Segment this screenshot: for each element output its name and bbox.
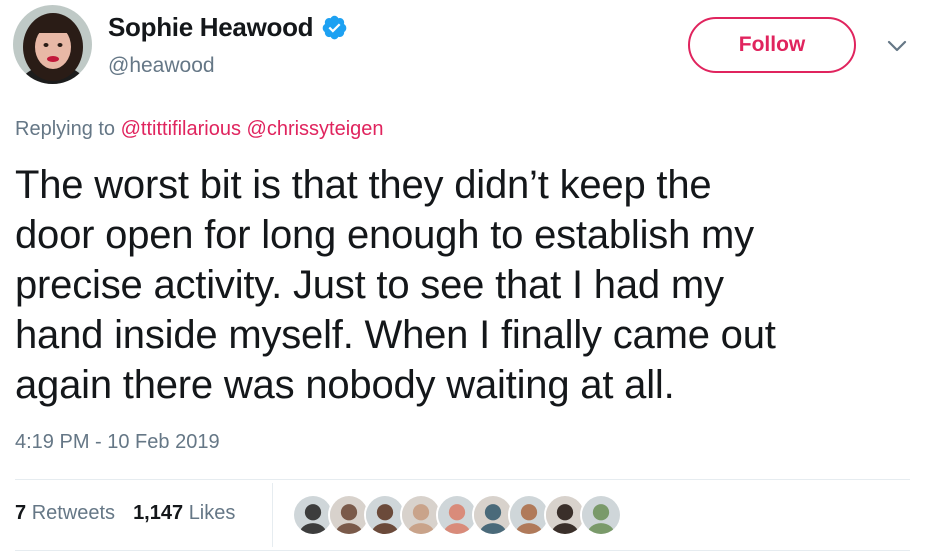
author-display-name[interactable]: Sophie Heawood (108, 12, 314, 43)
tweet-text-line: door open for long enough to establish m… (15, 213, 754, 257)
retweets-count: 7 (15, 502, 27, 524)
mention-link[interactable]: @ttittifilarious (121, 118, 241, 140)
likes-count: 1,147 (133, 502, 184, 524)
user-avatar-icon (13, 5, 92, 84)
tweet-stats: 7 Retweets 1,147 Likes (15, 502, 235, 525)
divider (15, 479, 910, 480)
chevron-down-icon[interactable] (886, 38, 908, 54)
tweet-text-line: hand inside myself. When I finally came … (15, 313, 776, 357)
likes-label: Likes (188, 502, 236, 524)
tweet-text: The worst bit is that they didn’t keep t… (15, 160, 915, 410)
replying-to-label: Replying to (15, 118, 116, 140)
author-avatar[interactable] (13, 5, 92, 84)
liker-avatar-9[interactable] (580, 494, 622, 536)
liker-avatars (292, 494, 622, 536)
author-handle[interactable]: @heawood (108, 54, 215, 78)
likes-stat[interactable]: 1,147 Likes (133, 502, 235, 525)
divider (15, 550, 910, 551)
replying-to: Replying to @ttittifilarious @chrissytei… (15, 118, 384, 141)
tweet-text-line: precise activity. Just to see that I had… (15, 263, 724, 307)
retweets-stat[interactable]: 7 Retweets (15, 502, 115, 525)
stats-separator (272, 483, 273, 547)
verified-badge-icon (321, 14, 348, 41)
tweet-timestamp[interactable]: 4:19 PM - 10 Feb 2019 (15, 431, 220, 454)
mention-link[interactable]: @chrissyteigen (247, 118, 384, 140)
retweets-label: Retweets (31, 502, 116, 524)
tweet-text-line: The worst bit is that they didn’t keep t… (15, 163, 712, 207)
tweet-text-line: again there was nobody waiting at all. (15, 363, 675, 407)
follow-button[interactable]: Follow (688, 17, 856, 73)
